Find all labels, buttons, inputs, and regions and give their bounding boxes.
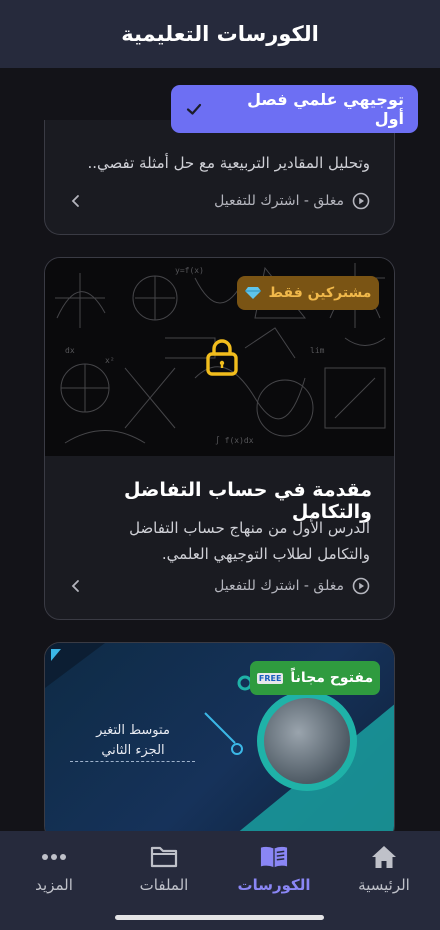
course-card[interactable]: متوسط التغير الجزء الثاني مفتوح مجاناً F… (44, 642, 395, 842)
folder-icon (150, 843, 178, 871)
status-text: مغلق - اشترك للتفعيل (214, 193, 344, 209)
thumbnail-caption: متوسط التغير الجزء الثاني (96, 723, 170, 758)
course-status: مغلق - اشترك للتفعيل (214, 577, 370, 595)
home-icon (370, 843, 398, 871)
book-icon (260, 843, 288, 871)
check-icon (185, 100, 203, 118)
svg-text:x²: x² (105, 356, 115, 365)
nav-item-more[interactable]: المزيد (4, 843, 104, 894)
chevron-left-icon[interactable] (69, 194, 83, 208)
laptop-photo (257, 691, 357, 791)
play-circle-icon (352, 192, 370, 210)
nav-label: الرئيسية (358, 876, 410, 894)
svg-text:dx: dx (65, 346, 75, 355)
nav-item-home[interactable]: الرئيسية (334, 843, 434, 894)
course-card[interactable]: y=f(x) dx ∫ f(x)dx lim x² مشتركين فقط مق… (44, 257, 395, 620)
home-indicator[interactable] (115, 915, 324, 920)
free-icon: FREE (256, 672, 284, 684)
free-badge: مفتوح مجاناً FREE (250, 661, 380, 695)
course-status: مغلق - اشترك للتفعيل (214, 192, 370, 210)
diamond-icon (244, 287, 261, 299)
subscribers-only-badge: مشتركين فقط (237, 276, 379, 310)
nav-label: الكورسات (237, 876, 311, 894)
course-thumbnail: متوسط التغير الجزء الثاني مفتوح مجاناً F… (45, 643, 394, 841)
level-filter-chip[interactable]: توجيهي علمي فصل أول (171, 85, 418, 133)
play-circle-icon (352, 577, 370, 595)
lock-icon (206, 339, 238, 376)
divider (70, 761, 195, 762)
course-description: وتحليل المقادير التربيعية مع حل أمثلة تف… (87, 154, 370, 172)
nav-label: المزيد (35, 876, 73, 894)
course-thumbnail: y=f(x) dx ∫ f(x)dx lim x² مشتركين فقط (45, 258, 394, 456)
svg-text:lim: lim (310, 346, 325, 355)
filter-label: توجيهي علمي فصل أول (247, 90, 404, 128)
nav-item-files[interactable]: الملفات (114, 843, 214, 894)
app-header: الكورسات التعليمية (0, 0, 440, 68)
status-text: مغلق - اشترك للتفعيل (214, 578, 344, 594)
page-title: الكورسات التعليمية (121, 22, 319, 46)
nav-label: الملفات (139, 876, 189, 894)
nav-item-courses[interactable]: الكورسات (224, 843, 324, 894)
svg-text:y=f(x): y=f(x) (175, 266, 204, 275)
chevron-left-icon[interactable] (69, 579, 83, 593)
svg-text:∫ f(x)dx: ∫ f(x)dx (215, 436, 254, 445)
course-description: الدرس الأول من منهاج حساب التفاضل والتكا… (129, 519, 370, 563)
more-dots-icon (40, 843, 68, 871)
course-card[interactable]: وتحليل المقادير التربيعية مع حل أمثلة تف… (44, 120, 395, 235)
